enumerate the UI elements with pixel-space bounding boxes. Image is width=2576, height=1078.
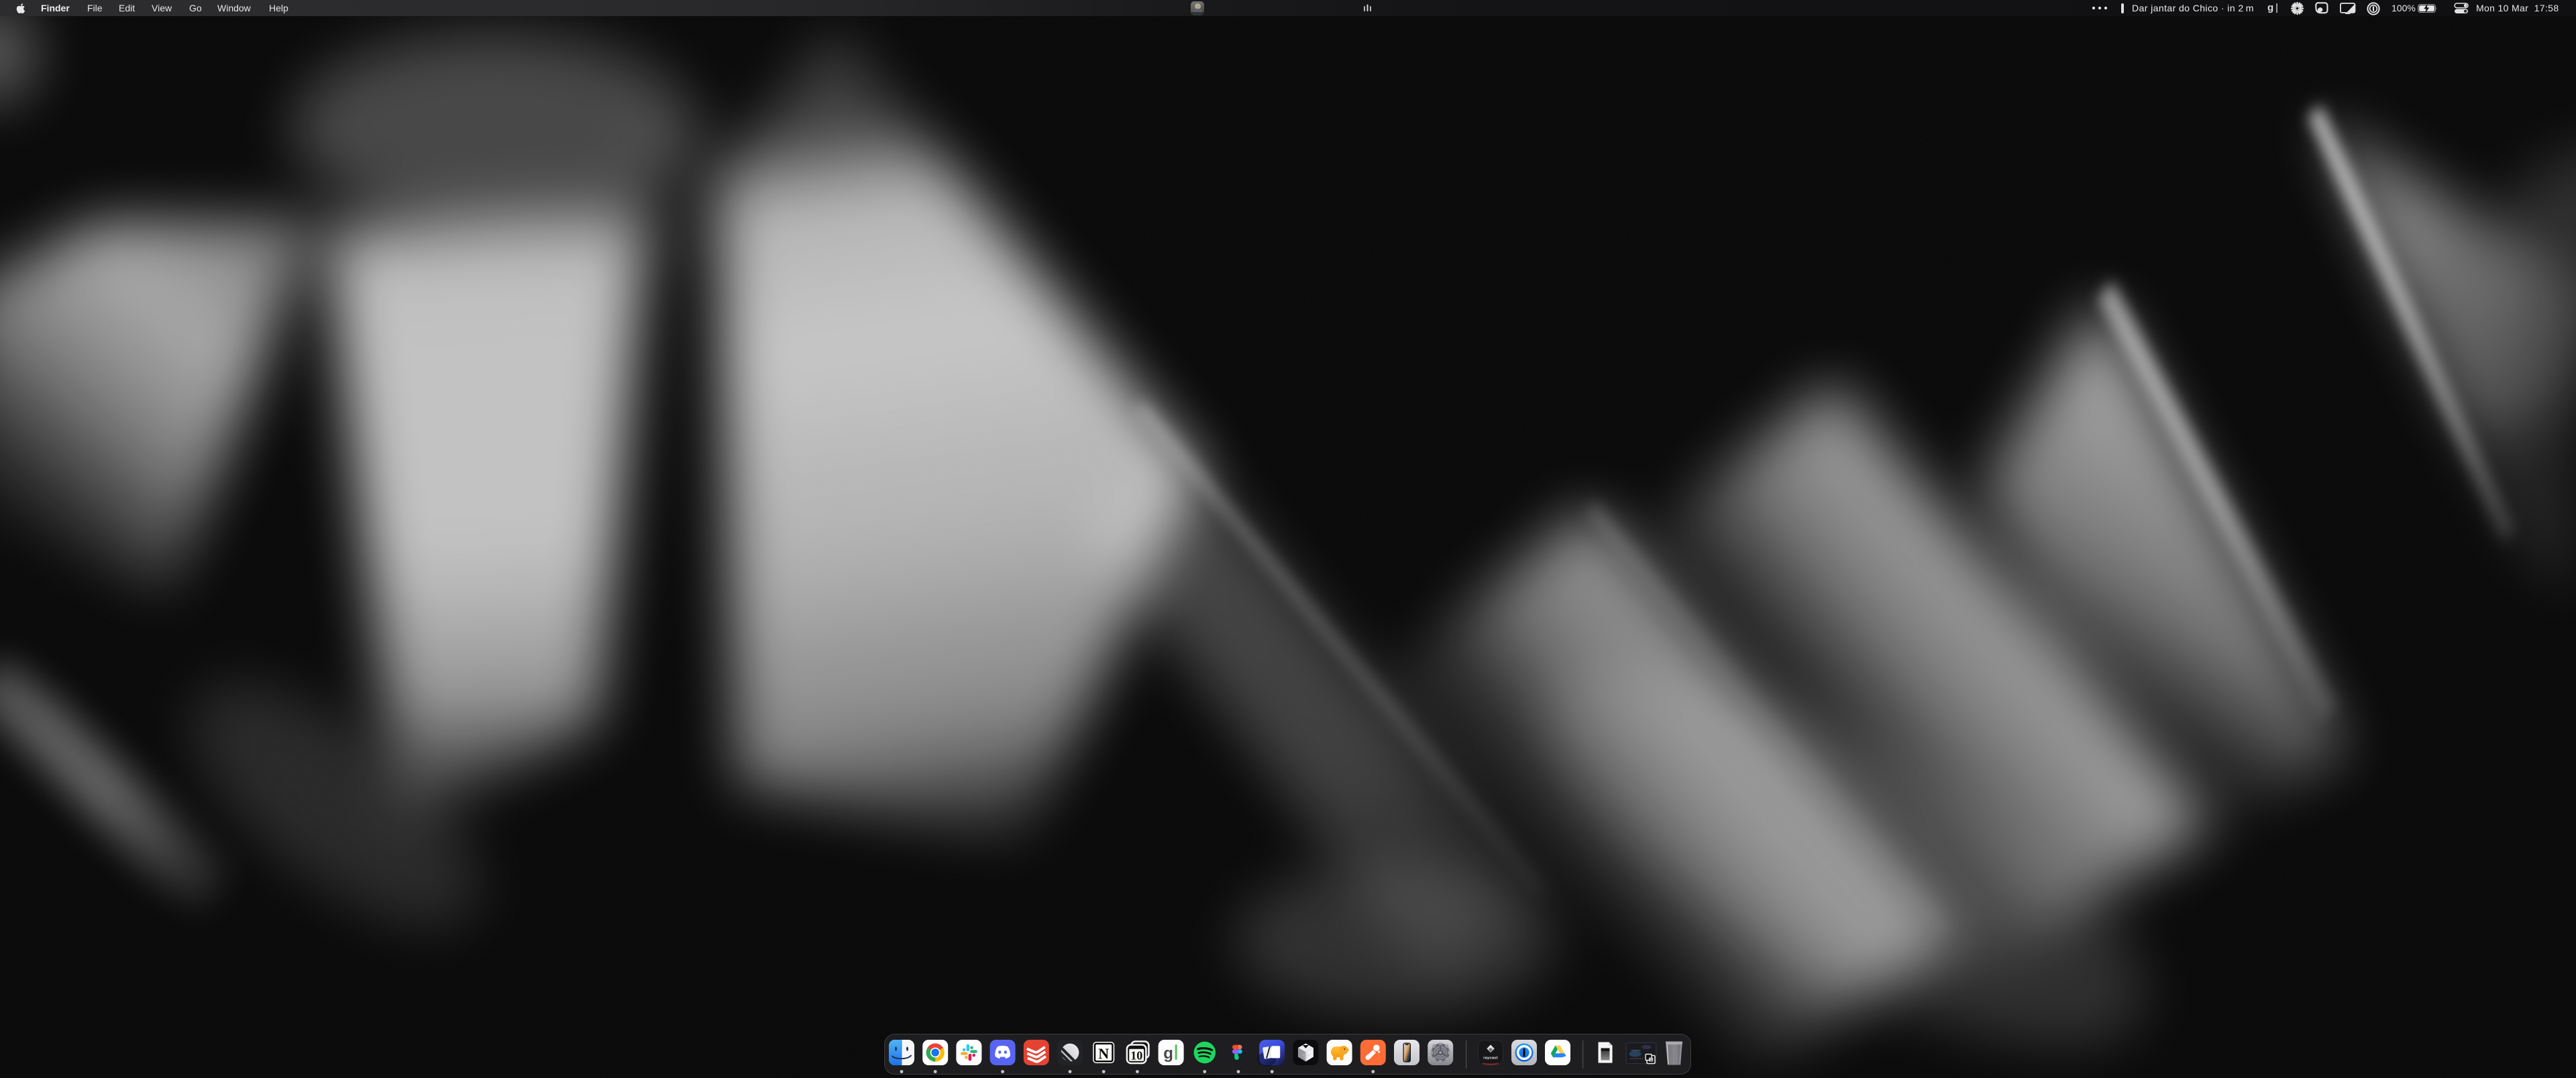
svg-text:raycast: raycast	[1483, 1057, 1498, 1061]
svg-text:11: 11	[1649, 1059, 1653, 1063]
svg-text:10: 10	[1130, 1049, 1142, 1063]
svg-text:N: N	[1098, 1045, 1109, 1062]
svg-text:g: g	[1163, 1044, 1173, 1063]
